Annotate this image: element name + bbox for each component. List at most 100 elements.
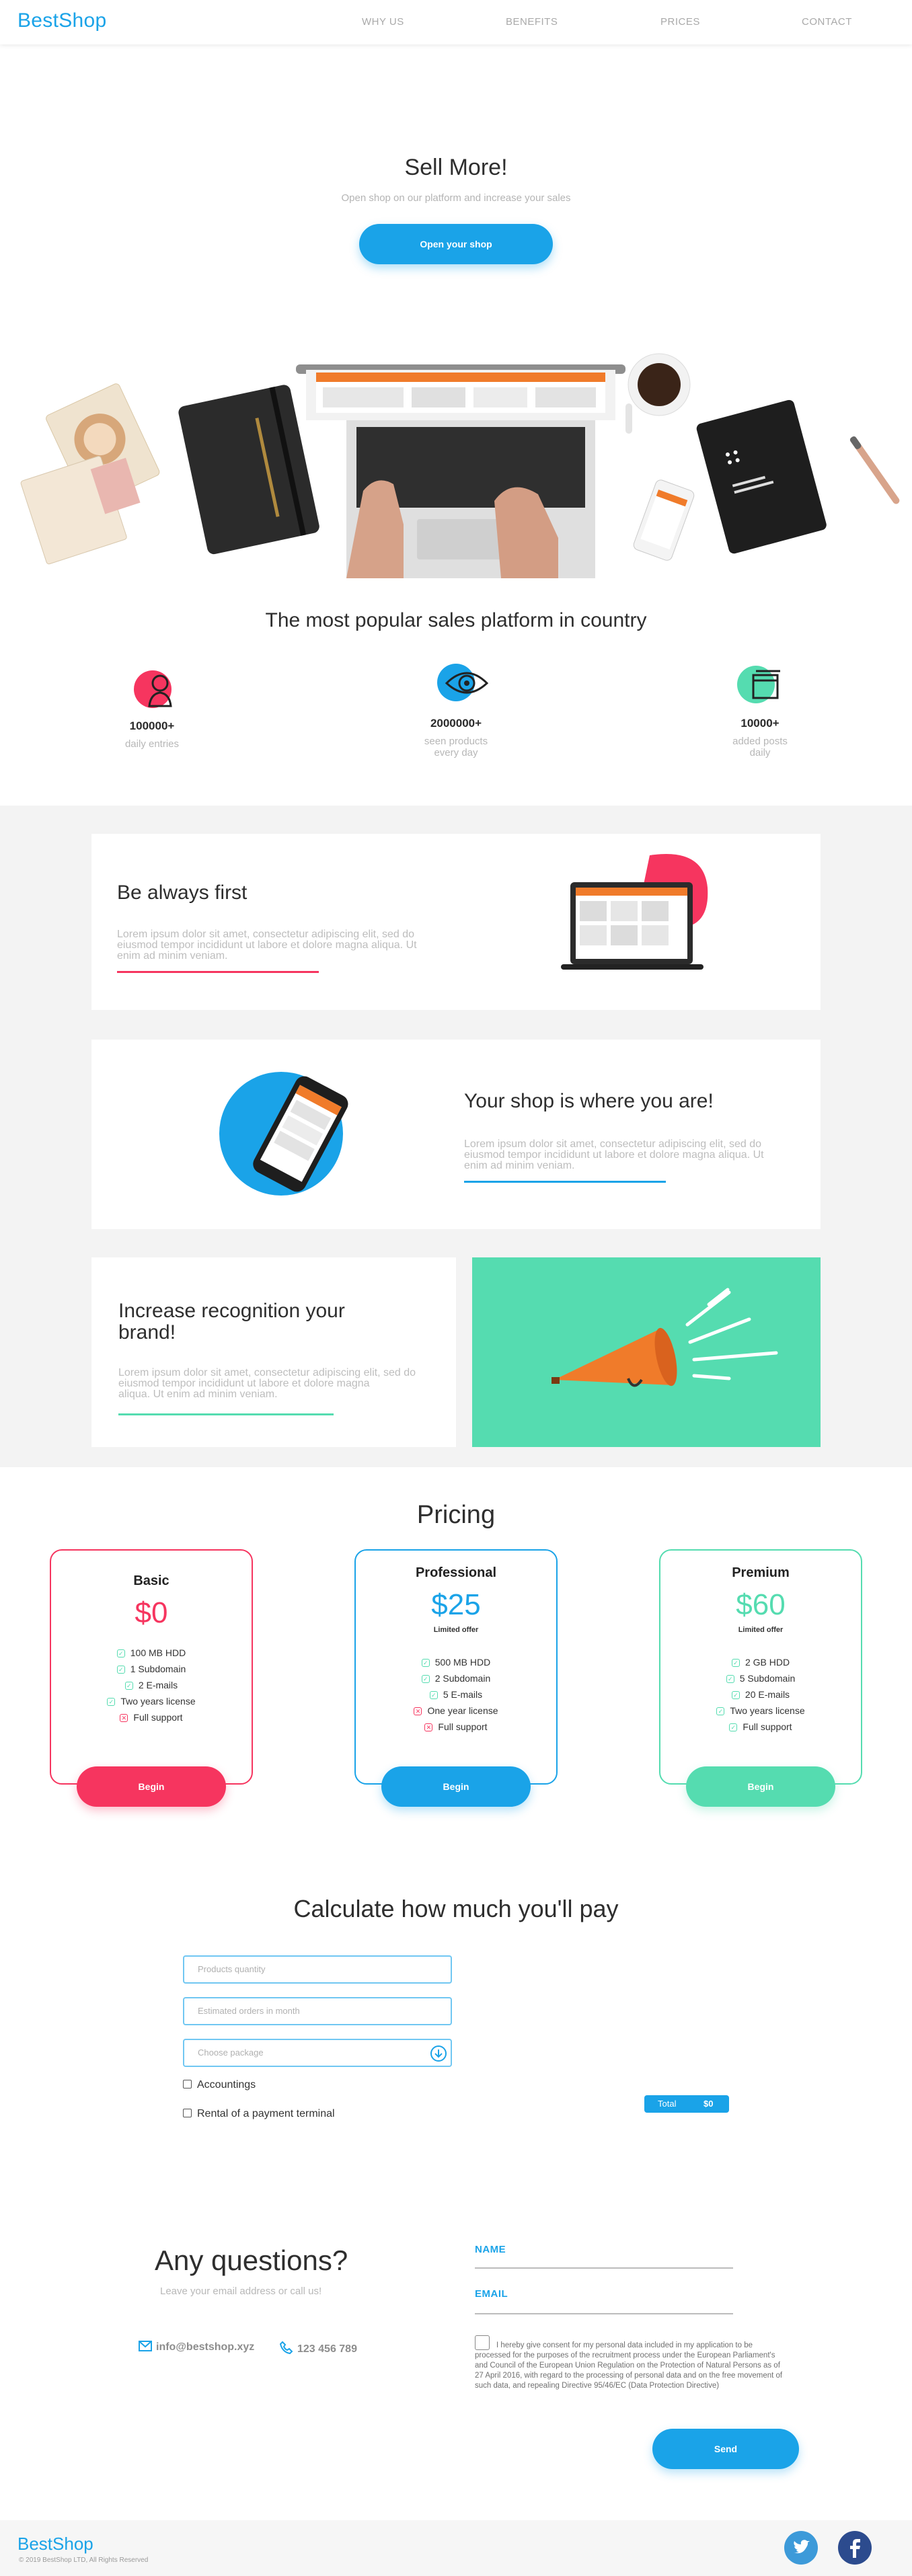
email-label: EMAIL xyxy=(475,2288,508,2300)
begin-professional-button[interactable]: Begin xyxy=(381,1766,531,1807)
stat-label: seen products xyxy=(424,736,488,747)
contact-phone[interactable]: 123 456 789 xyxy=(279,2341,357,2355)
name-input[interactable] xyxy=(475,2267,733,2269)
twitter-bird-icon xyxy=(794,2540,810,2554)
consent-checkbox[interactable] xyxy=(475,2335,490,2350)
plan-feature: ✕ Full support xyxy=(356,1721,556,1732)
logo[interactable]: BestShop xyxy=(17,9,107,32)
plan-feature: ✓ 5 E-mails xyxy=(356,1689,556,1700)
products-quantity-input[interactable]: Products quantity xyxy=(183,1955,452,1984)
benefit-text: Lorem ipsum dolor sit amet, consectetur … xyxy=(118,1367,416,1378)
stat-seen-products: 2000000+ seen products every day xyxy=(382,659,530,767)
facebook-icon[interactable] xyxy=(838,2531,872,2565)
posts-icon xyxy=(737,666,780,703)
stat-number: 10000+ xyxy=(740,717,780,730)
plan-card-premium: Premium $60 Limited offer ✓ 2 GB HDD ✓ 5 S… xyxy=(659,1549,862,1785)
send-button[interactable]: Send xyxy=(652,2429,799,2469)
stat-number: 2000000+ xyxy=(430,717,482,730)
plan-feature: ✕ One year license xyxy=(356,1705,556,1716)
plan-feature: ✓ Two years license xyxy=(51,1696,252,1707)
hero-title: Sell More! xyxy=(404,155,508,180)
pricing-title: Pricing xyxy=(416,1501,496,1529)
benefit-text: aliqua. Ut enim ad minim veniam. xyxy=(118,1389,278,1400)
plan-card-professional: Professional $25 Limited offer ✓ 500 MB H… xyxy=(354,1549,558,1785)
plan-note: Limited offer xyxy=(433,1626,479,1634)
plan-price: $25 xyxy=(431,1588,481,1621)
benefit-text: eiusmod tempor incididunt ut labore et d… xyxy=(464,1149,764,1161)
plan-card-basic: Basic $0 ✓ 100 MB HDD ✓ 1 Subdomain ✓ 2 E-m… xyxy=(50,1549,253,1785)
hero-subtitle: Open shop on our platform and increase y… xyxy=(341,192,571,204)
total-value: $0 xyxy=(704,2099,714,2109)
stat-label: added posts xyxy=(732,736,788,747)
benefit-text: enim ad minim veniam. xyxy=(117,950,228,962)
benefit-card-brand: Increase recognition your brand! Lorem i… xyxy=(91,1257,456,1447)
stat-daily-entries: 100000+ daily entries xyxy=(78,666,226,760)
benefit-title: Be always first xyxy=(117,882,248,904)
checkbox-icon[interactable] xyxy=(183,2080,192,2089)
chevron-down-icon[interactable] xyxy=(430,2045,447,2062)
plan-feature: ✓ 2 Subdomain xyxy=(356,1673,556,1684)
begin-premium-button[interactable]: Begin xyxy=(686,1766,835,1807)
plan-price: $60 xyxy=(736,1588,786,1621)
benefit-text: Lorem ipsum dolor sit amet, consectetur … xyxy=(117,929,414,940)
contact-email[interactable]: info@bestshop.xyz xyxy=(139,2341,254,2353)
choose-package-select[interactable]: Choose package xyxy=(183,2039,452,2067)
stat-label: every day xyxy=(434,747,478,758)
nav-link-why-us[interactable]: WHY US xyxy=(362,16,404,28)
megaphone-illustration xyxy=(472,1257,821,1447)
benefit-text: eiusmod tempor incididunt ut labore et d… xyxy=(117,939,417,951)
select-placeholder: Choose package xyxy=(198,2047,264,2058)
facebook-f-icon xyxy=(850,2539,860,2558)
benefit-text: enim ad minim veniam. xyxy=(464,1160,575,1171)
accent-line xyxy=(464,1181,666,1183)
top-nav: BestShop WHY US BENEFITS PRICES CONTACT xyxy=(0,0,912,44)
accounting-checkbox[interactable]: Accountings xyxy=(183,2079,256,2091)
consent-text: I hereby give consent for my personal da… xyxy=(475,2335,784,2391)
mail-icon xyxy=(139,2341,152,2351)
twitter-icon[interactable] xyxy=(784,2531,818,2565)
laptop-illustration xyxy=(561,854,708,970)
benefit-title: brand! xyxy=(118,1321,176,1343)
open-shop-button[interactable]: Open your shop xyxy=(359,224,553,264)
phone-illustration xyxy=(219,1072,348,1196)
benefit-title: Your shop is where you are! xyxy=(464,1090,714,1112)
plan-feature: ✓ 20 E-mails xyxy=(660,1689,861,1700)
stat-number: 100000+ xyxy=(129,719,175,732)
plan-feature: ✓ 1 Subdomain xyxy=(51,1664,252,1674)
name-label: NAME xyxy=(475,2244,506,2255)
total-badge: Total $0 xyxy=(644,2095,729,2113)
calculator-title: Calculate how much you'll pay xyxy=(293,1895,619,1922)
plan-feature: ✓ 2 GB HDD xyxy=(660,1657,861,1668)
nav-link-benefits[interactable]: BENEFITS xyxy=(506,16,558,28)
plan-feature: ✓ Full support xyxy=(660,1721,861,1732)
email-input[interactable] xyxy=(475,2313,733,2314)
estimated-orders-input[interactable]: Estimated orders in month xyxy=(183,1997,452,2025)
plan-name: Premium xyxy=(732,1565,790,1580)
accent-line xyxy=(118,1413,334,1415)
plan-feature: ✓ 100 MB HDD xyxy=(51,1647,252,1658)
phone-icon xyxy=(279,2341,293,2355)
footer-logo[interactable]: BestShop xyxy=(17,2534,93,2554)
eye-icon xyxy=(437,664,489,701)
nav-link-prices[interactable]: PRICES xyxy=(660,16,700,28)
begin-basic-button[interactable]: Begin xyxy=(77,1766,226,1807)
nav-link-contact[interactable]: CONTACT xyxy=(802,16,852,28)
workspace-illustration xyxy=(20,353,900,578)
checkbox-icon[interactable] xyxy=(183,2109,192,2117)
plan-feature: ✓ 5 Subdomain xyxy=(660,1673,861,1684)
plan-feature: ✓ Two years license xyxy=(660,1705,861,1716)
stats-title: The most popular sales platform in count… xyxy=(265,609,647,631)
plan-feature: ✓ 2 E-mails xyxy=(51,1680,252,1690)
user-icon xyxy=(134,670,172,708)
questions-subtitle: Leave your email address or call us! xyxy=(160,2286,322,2297)
terminal-checkbox[interactable]: Rental of a payment terminal xyxy=(183,2108,335,2120)
accent-line xyxy=(117,971,319,973)
benefit-text: eiusmod tempor incididunt ut labore et d… xyxy=(118,1378,370,1389)
plan-feature: ✓ 500 MB HDD xyxy=(356,1657,556,1668)
benefit-card-mobile: Your shop is where you are! Lorem ipsum … xyxy=(91,1040,821,1229)
plan-price: $0 xyxy=(135,1596,168,1629)
total-label: Total xyxy=(658,2099,677,2109)
footer: BestShop © 2019 BestShop LTD, All Rights… xyxy=(0,2520,912,2576)
plan-name: Basic xyxy=(133,1573,169,1588)
benefit-card-first: Be always first Lorem ipsum dolor sit am… xyxy=(91,834,821,1010)
